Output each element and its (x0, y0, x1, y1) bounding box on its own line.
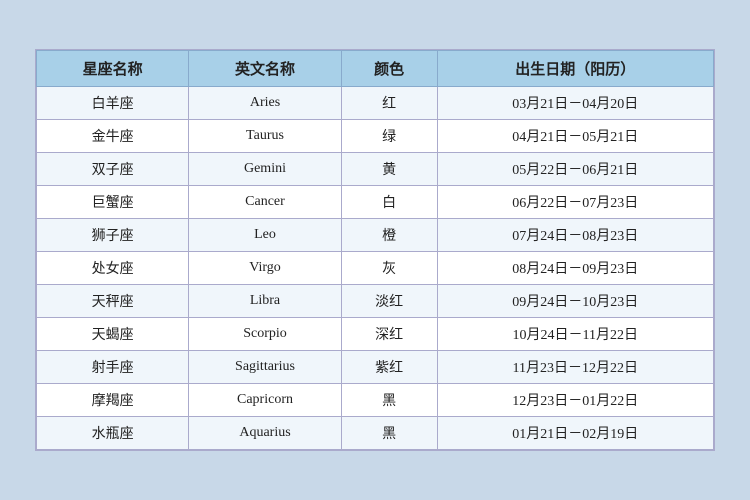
cell-color: 黑 (341, 384, 437, 417)
cell-date: 10月24日－11月22日 (437, 318, 713, 351)
cell-chinese: 射手座 (37, 351, 189, 384)
cell-chinese: 水瓶座 (37, 417, 189, 450)
cell-date: 06月22日－07月23日 (437, 186, 713, 219)
cell-english: Gemini (189, 153, 341, 186)
cell-english: Taurus (189, 120, 341, 153)
cell-color: 橙 (341, 219, 437, 252)
cell-date: 07月24日－08月23日 (437, 219, 713, 252)
cell-color: 黑 (341, 417, 437, 450)
cell-date: 11月23日－12月22日 (437, 351, 713, 384)
cell-chinese: 处女座 (37, 252, 189, 285)
cell-english: Libra (189, 285, 341, 318)
cell-english: Sagittarius (189, 351, 341, 384)
cell-chinese: 狮子座 (37, 219, 189, 252)
cell-date: 08月24日－09月23日 (437, 252, 713, 285)
cell-date: 05月22日－06月21日 (437, 153, 713, 186)
cell-date: 01月21日－02月19日 (437, 417, 713, 450)
zodiac-table-container: 星座名称 英文名称 颜色 出生日期（阳历） 白羊座Aries红03月21日－04… (35, 49, 715, 451)
cell-date: 03月21日－04月20日 (437, 87, 713, 120)
table-row: 巨蟹座Cancer白06月22日－07月23日 (37, 186, 714, 219)
cell-chinese: 天秤座 (37, 285, 189, 318)
cell-english: Leo (189, 219, 341, 252)
col-header-date: 出生日期（阳历） (437, 51, 713, 87)
cell-color: 深红 (341, 318, 437, 351)
cell-english: Virgo (189, 252, 341, 285)
table-header-row: 星座名称 英文名称 颜色 出生日期（阳历） (37, 51, 714, 87)
table-row: 天秤座Libra淡红09月24日－10月23日 (37, 285, 714, 318)
cell-english: Capricorn (189, 384, 341, 417)
zodiac-table: 星座名称 英文名称 颜色 出生日期（阳历） 白羊座Aries红03月21日－04… (36, 50, 714, 450)
table-row: 射手座Sagittarius紫红11月23日－12月22日 (37, 351, 714, 384)
table-row: 双子座Gemini黄05月22日－06月21日 (37, 153, 714, 186)
cell-english: Aquarius (189, 417, 341, 450)
cell-color: 绿 (341, 120, 437, 153)
cell-chinese: 双子座 (37, 153, 189, 186)
cell-color: 灰 (341, 252, 437, 285)
cell-english: Aries (189, 87, 341, 120)
cell-date: 04月21日－05月21日 (437, 120, 713, 153)
col-header-color: 颜色 (341, 51, 437, 87)
cell-chinese: 摩羯座 (37, 384, 189, 417)
cell-date: 09月24日－10月23日 (437, 285, 713, 318)
cell-chinese: 巨蟹座 (37, 186, 189, 219)
col-header-english: 英文名称 (189, 51, 341, 87)
cell-color: 紫红 (341, 351, 437, 384)
table-row: 金牛座Taurus绿04月21日－05月21日 (37, 120, 714, 153)
cell-color: 红 (341, 87, 437, 120)
cell-english: Scorpio (189, 318, 341, 351)
table-row: 水瓶座Aquarius黑01月21日－02月19日 (37, 417, 714, 450)
cell-color: 白 (341, 186, 437, 219)
cell-chinese: 白羊座 (37, 87, 189, 120)
cell-chinese: 金牛座 (37, 120, 189, 153)
cell-english: Cancer (189, 186, 341, 219)
table-row: 狮子座Leo橙07月24日－08月23日 (37, 219, 714, 252)
cell-color: 淡红 (341, 285, 437, 318)
cell-chinese: 天蝎座 (37, 318, 189, 351)
col-header-chinese: 星座名称 (37, 51, 189, 87)
table-row: 处女座Virgo灰08月24日－09月23日 (37, 252, 714, 285)
table-row: 白羊座Aries红03月21日－04月20日 (37, 87, 714, 120)
cell-color: 黄 (341, 153, 437, 186)
table-row: 摩羯座Capricorn黑12月23日－01月22日 (37, 384, 714, 417)
table-row: 天蝎座Scorpio深红10月24日－11月22日 (37, 318, 714, 351)
cell-date: 12月23日－01月22日 (437, 384, 713, 417)
